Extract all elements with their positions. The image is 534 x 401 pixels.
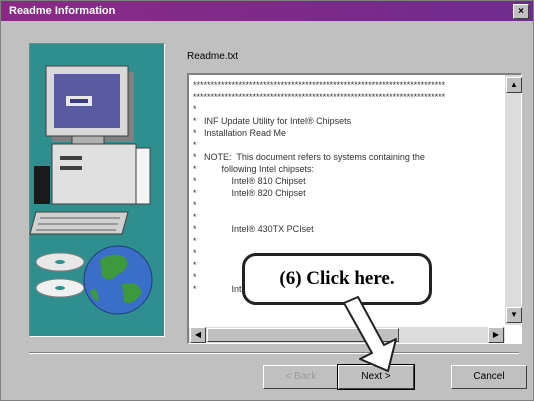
callout-arrow-icon [343,296,397,372]
